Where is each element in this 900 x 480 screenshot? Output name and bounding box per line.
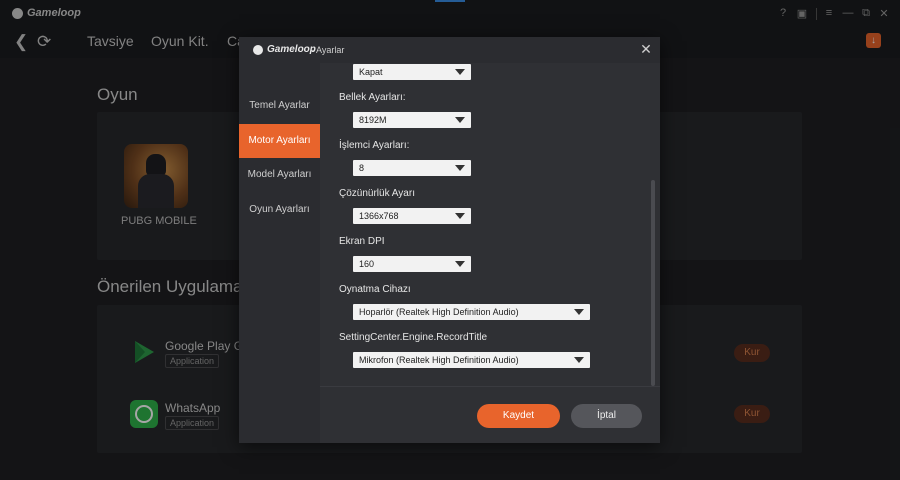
gameloop-logo-icon <box>253 45 263 55</box>
label-resolution: Çözünürlük Ayarı <box>339 188 415 199</box>
select-render[interactable]: Kapat <box>353 64 471 80</box>
chevron-down-icon <box>455 165 465 171</box>
chevron-down-icon <box>455 117 465 123</box>
chevron-down-icon <box>455 261 465 267</box>
sidebar-item-motor[interactable]: Motor Ayarları <box>239 124 320 158</box>
dialog-header: Gameloop - Ayarlar ✕ <box>239 37 660 63</box>
chevron-down-icon <box>574 309 584 315</box>
settings-scrollbar[interactable] <box>651 180 655 386</box>
cancel-button[interactable]: İptal <box>571 404 642 428</box>
label-memory: Bellek Ayarları: <box>339 92 406 103</box>
select-memory[interactable]: 8192M <box>353 112 471 128</box>
label-playback-device: Oynatma Cihazı <box>339 284 411 295</box>
sidebar-item-model[interactable]: Model Ayarları <box>239 158 320 192</box>
dialog-title: - Ayarlar <box>311 45 345 55</box>
dialog-brand: Gameloop <box>267 44 316 55</box>
footer-divider <box>320 386 660 387</box>
save-button[interactable]: Kaydet <box>477 404 560 428</box>
settings-dialog: Gameloop - Ayarlar ✕ Temel Ayarlar Motor… <box>239 37 660 443</box>
select-cpu[interactable]: 8 <box>353 160 471 176</box>
select-resolution[interactable]: 1366x768 <box>353 208 471 224</box>
settings-content: Kapat Bellek Ayarları: 8192M İşlemci Aya… <box>339 63 639 403</box>
chevron-down-icon <box>574 357 584 363</box>
settings-sidebar: Temel Ayarlar Motor Ayarları Model Ayarl… <box>239 63 320 443</box>
select-playback-device[interactable]: Hoparlör (Realtek High Definition Audio) <box>353 304 590 320</box>
label-dpi: Ekran DPI <box>339 236 385 247</box>
sidebar-item-temel[interactable]: Temel Ayarlar <box>239 89 320 123</box>
select-dpi[interactable]: 160 <box>353 256 471 272</box>
select-record-device[interactable]: Mikrofon (Realtek High Definition Audio) <box>353 352 590 368</box>
label-record-device: SettingCenter.Engine.RecordTitle <box>339 332 488 343</box>
close-icon[interactable]: ✕ <box>639 42 653 56</box>
chevron-down-icon <box>455 69 465 75</box>
label-cpu: İşlemci Ayarları: <box>339 140 410 151</box>
chevron-down-icon <box>455 213 465 219</box>
sidebar-item-oyun[interactable]: Oyun Ayarları <box>239 193 320 227</box>
